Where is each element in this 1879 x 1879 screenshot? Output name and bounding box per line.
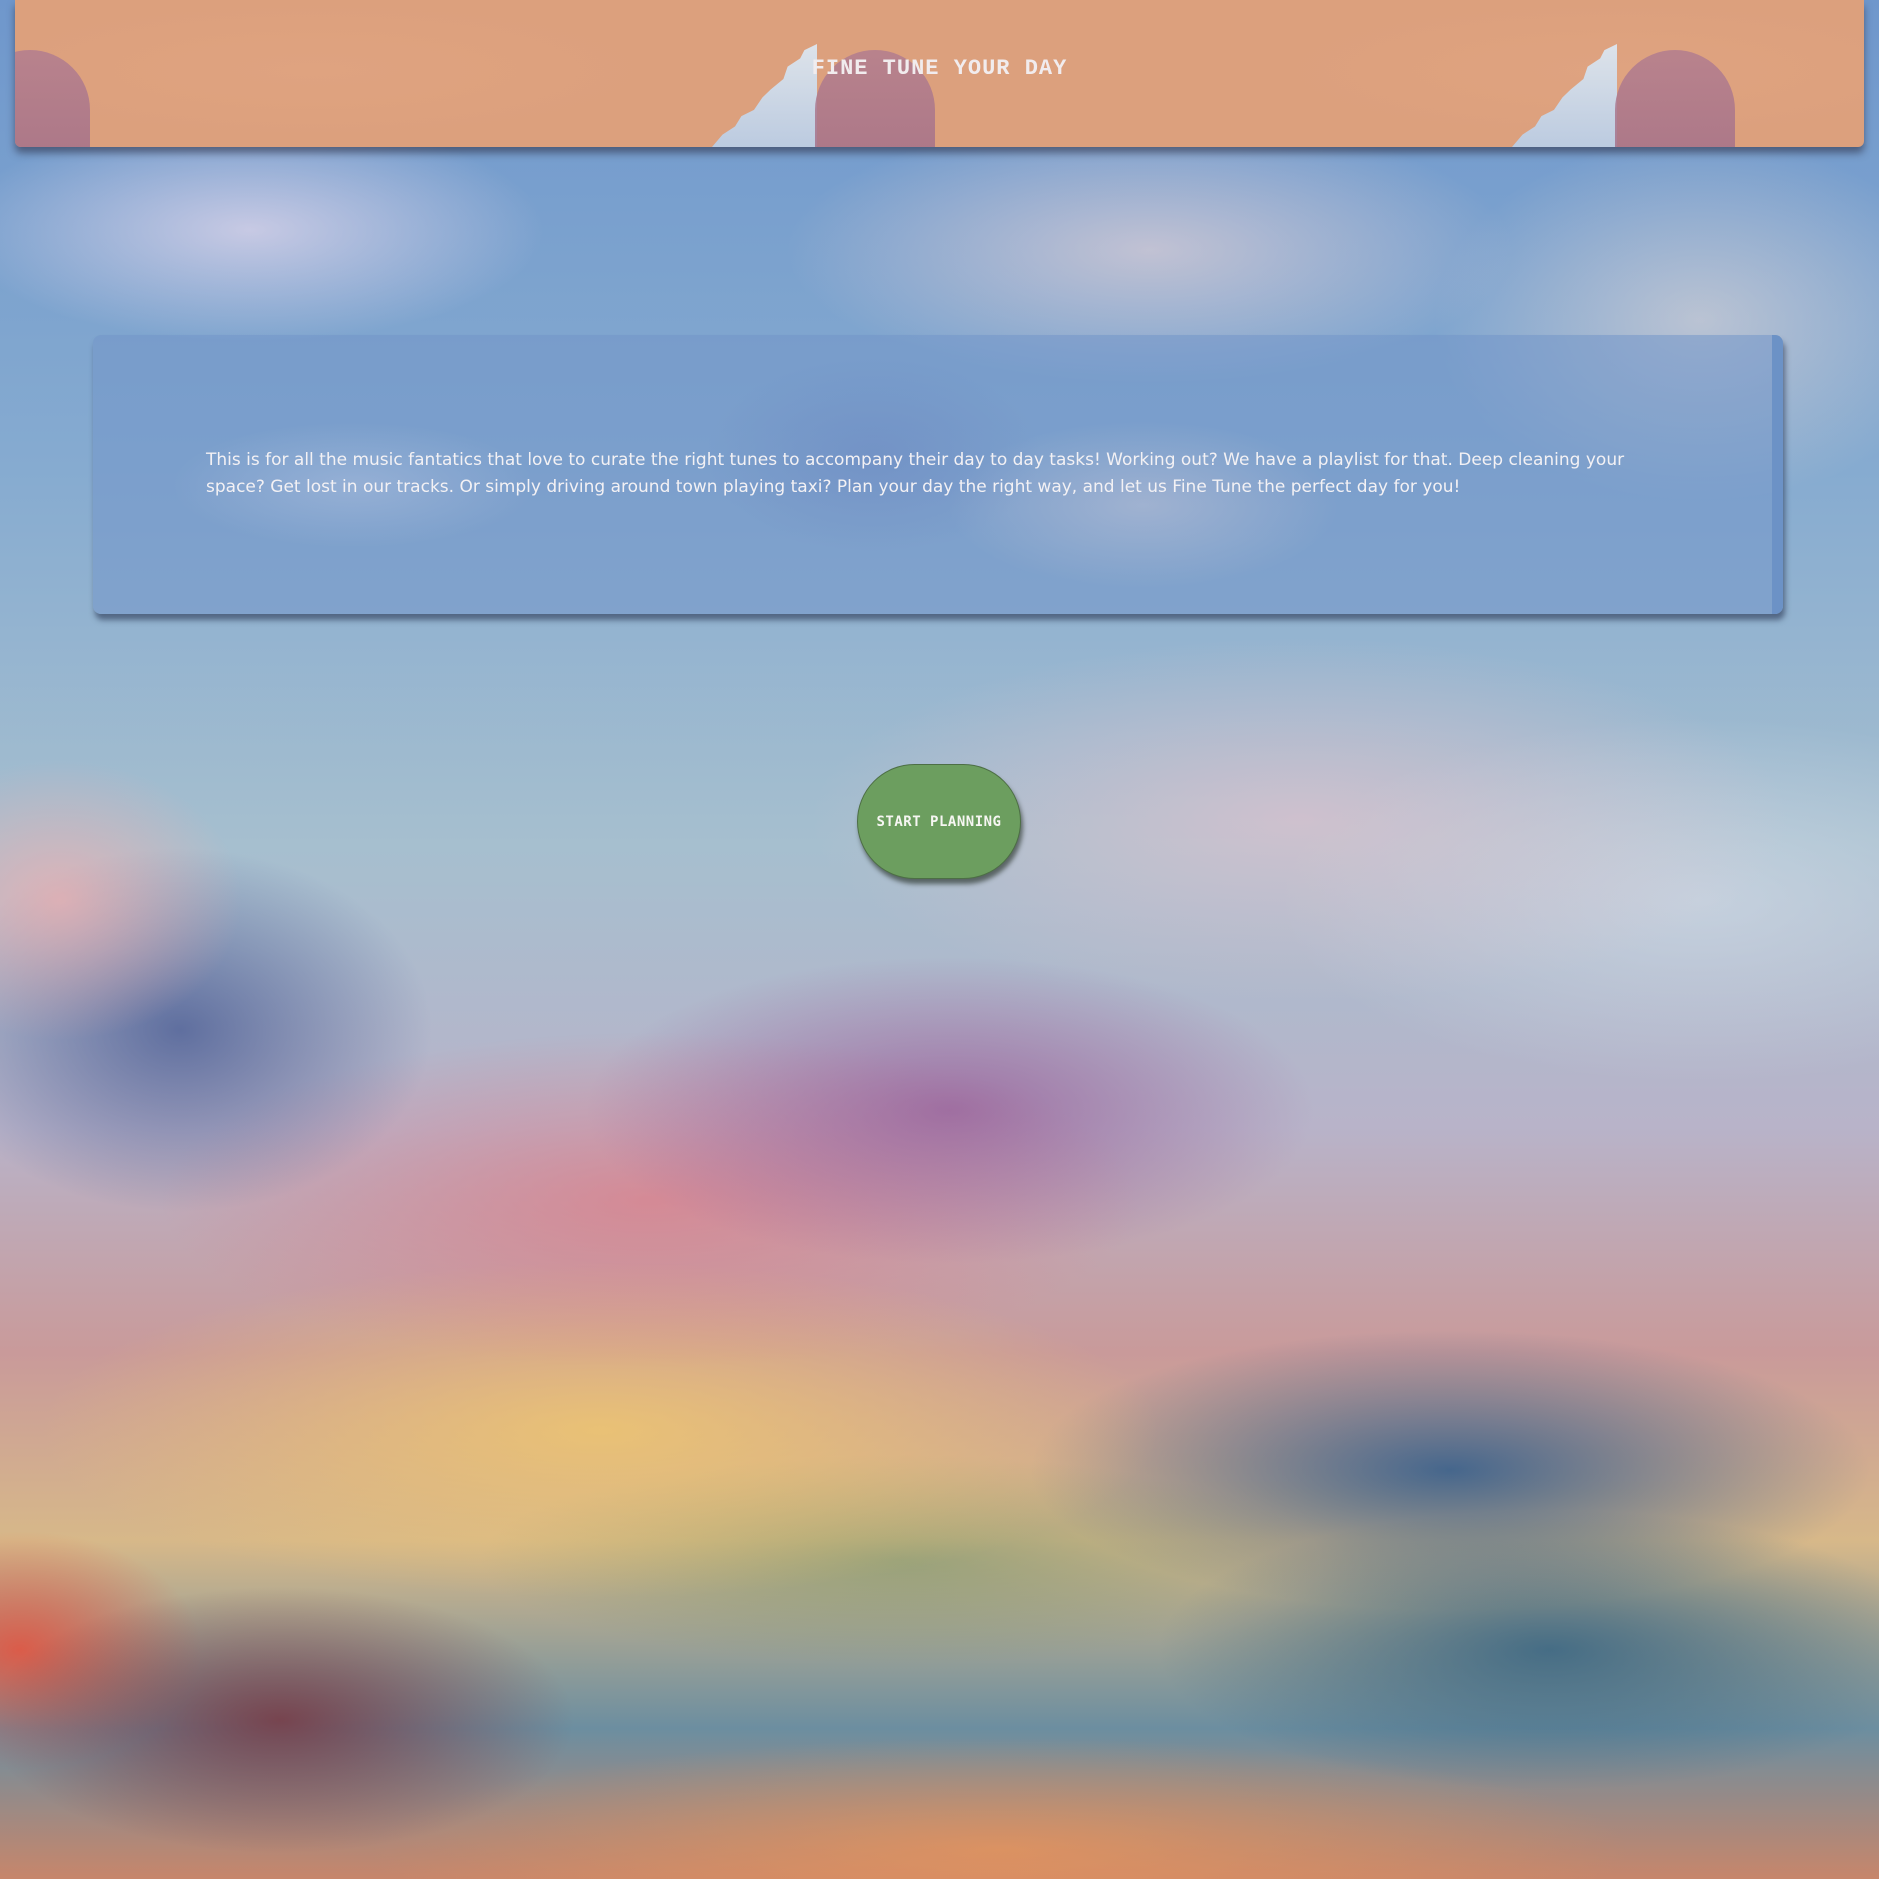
sky-background [0, 0, 1879, 1879]
intro-panel-edge [1772, 335, 1783, 614]
site-title: FINE TUNE YOUR DAY [811, 56, 1068, 81]
intro-panel: This is for all the music fantatics that… [93, 335, 1783, 614]
intro-text: This is for all the music fantatics that… [206, 450, 1625, 497]
start-planning-button[interactable]: START PLANNING [857, 764, 1021, 879]
site-header: FINE TUNE YOUR DAY [15, 0, 1864, 147]
start-planning-label: START PLANNING [876, 813, 1002, 830]
